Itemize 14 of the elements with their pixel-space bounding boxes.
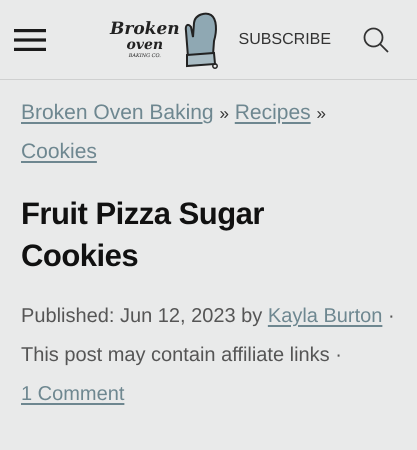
subscribe-link[interactable]: SUBSCRIBE [238,30,331,48]
breadcrumb-separator: » [316,104,326,123]
breadcrumb-link[interactable]: Broken Oven Baking [21,101,214,124]
post-title: Fruit Pizza Sugar Cookies [21,195,265,275]
post-meta: Published: Jun 12, 2023 by Kayla Burton · This post may contain affiliate links · 1 Comment [21,304,396,407]
logo-text[interactable]: Broken [110,20,180,38]
search-icon[interactable] [363,26,389,52]
meta-link[interactable]: 1 Comment [21,383,124,405]
breadcrumb-link[interactable]: Recipes [234,101,311,124]
breadcrumb-separator: » [219,104,229,123]
logo-text[interactable]: oven [126,38,164,52]
meta-link[interactable]: Kayla Burton [268,305,382,327]
breadcrumb-link[interactable]: Cookies [21,140,97,163]
menu-icon[interactable] [14,28,46,50]
